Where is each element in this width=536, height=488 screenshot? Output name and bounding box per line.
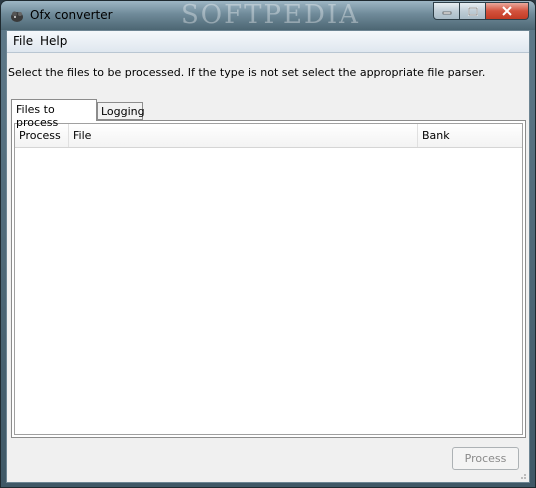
maximize-button[interactable] (460, 2, 486, 20)
close-button[interactable] (486, 2, 529, 20)
column-header-bank[interactable]: Bank (418, 124, 522, 147)
column-header-file[interactable]: File (69, 124, 418, 147)
watermark-logo: SOFTPEDIA (181, 1, 360, 29)
menu-bar: File Help (7, 31, 529, 53)
tab-label: Logging (101, 105, 145, 118)
tab-logging[interactable]: Logging (97, 102, 145, 120)
instruction-text: Select the files to be processed. If the… (8, 66, 486, 79)
minimize-button[interactable] (433, 2, 460, 20)
app-window: SOFTPEDIA Ofx converter File Help Select… (0, 0, 536, 488)
window-title: Ofx converter (30, 8, 113, 22)
menu-help[interactable]: Help (40, 34, 67, 48)
maximize-icon (467, 6, 478, 16)
app-icon[interactable] (9, 8, 25, 24)
tab-panel: Process File Bank (11, 120, 526, 438)
resize-grip-icon[interactable] (517, 470, 527, 480)
title-bar[interactable]: SOFTPEDIA Ofx converter (1, 1, 535, 30)
minimize-icon (442, 11, 451, 15)
menu-file[interactable]: File (13, 34, 33, 48)
close-icon (502, 6, 512, 16)
process-button[interactable]: Process (452, 447, 519, 470)
files-list[interactable]: Process File Bank (14, 123, 523, 435)
client-area: File Help Select the files to be process… (6, 30, 530, 483)
window-controls (433, 2, 529, 21)
tab-label: Files to process (16, 103, 59, 129)
list-header: Process File Bank (15, 124, 522, 148)
tab-files-to-process[interactable]: Files to process (11, 99, 97, 129)
